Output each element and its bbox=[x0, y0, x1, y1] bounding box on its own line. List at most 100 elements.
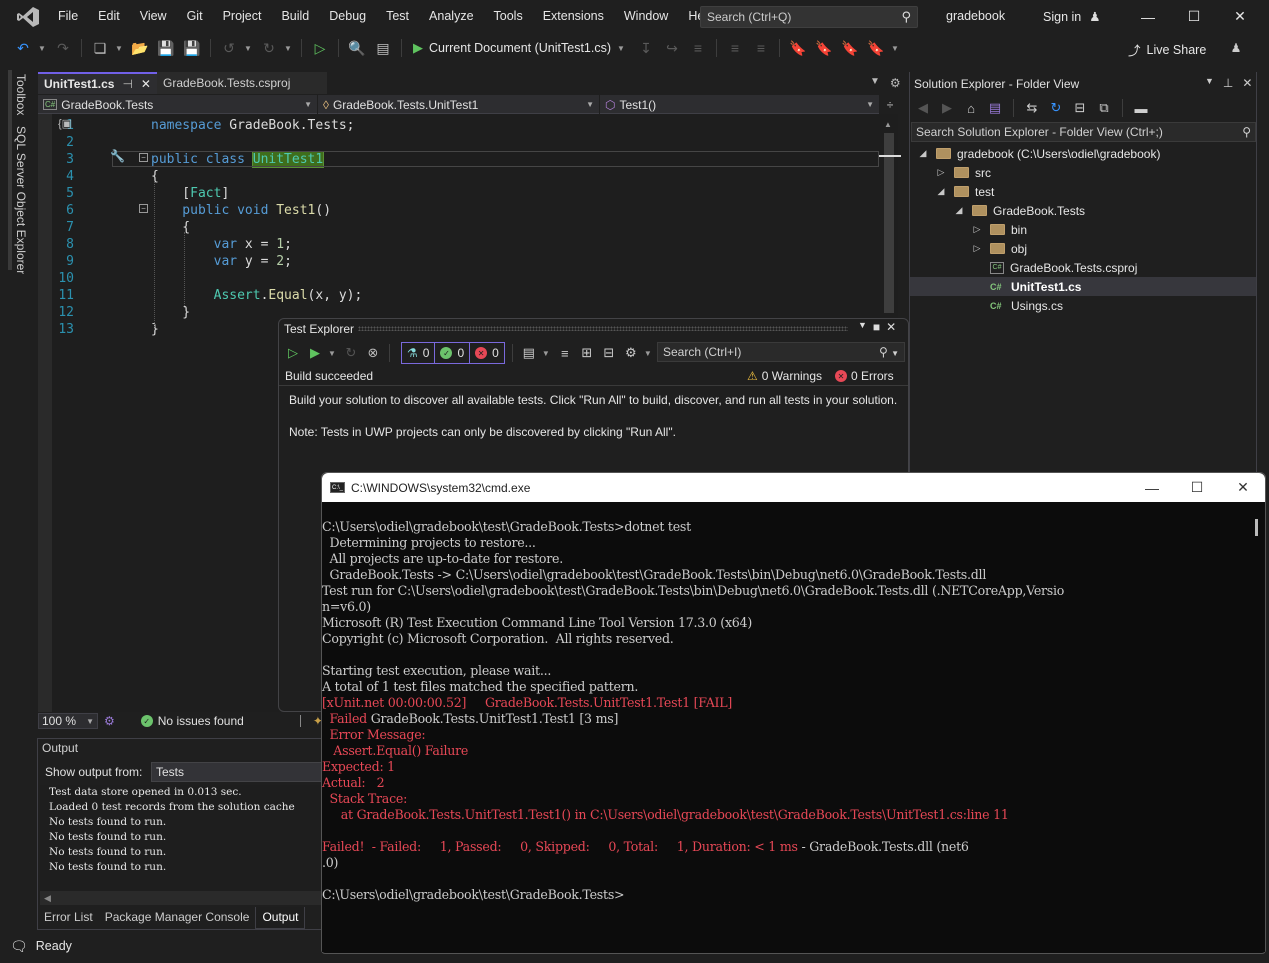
expand-all-icon[interactable]: ⊞ bbox=[578, 343, 596, 363]
cancel-run-icon[interactable]: ⊗ bbox=[364, 343, 382, 363]
step-into-icon[interactable]: ↧ bbox=[635, 37, 657, 59]
show-all-files-icon[interactable]: ⧉ bbox=[1095, 99, 1113, 117]
tree-item[interactable]: ▷ obj bbox=[910, 239, 1256, 258]
menu-test[interactable]: Test bbox=[376, 0, 419, 33]
tab-package-manager-console[interactable]: Package Manager Console bbox=[99, 907, 256, 929]
next-bookmark-icon[interactable]: 🔖 bbox=[839, 37, 861, 59]
browser-link-icon[interactable]: ▤ bbox=[372, 37, 394, 59]
indent-icon[interactable]: ≡ bbox=[724, 37, 746, 59]
redo-icon[interactable]: ↻ bbox=[258, 37, 280, 59]
issues-indicator[interactable]: ✓ No issues found bbox=[140, 714, 244, 728]
chevron-down-icon[interactable]: ▼ bbox=[644, 349, 654, 358]
chevron-down-icon[interactable]: ▼ bbox=[38, 44, 48, 53]
console-scrollbar[interactable] bbox=[1250, 502, 1265, 952]
run-tests-icon[interactable]: ▶ bbox=[306, 343, 324, 363]
project-dropdown[interactable]: C# GradeBook.Tests ▼ bbox=[38, 95, 318, 114]
outdent-icon[interactable]: ≡ bbox=[750, 37, 772, 59]
test-explorer-search-input[interactable]: Search (Ctrl+I) ⚲ ▼ bbox=[657, 342, 905, 362]
toolbar-overflow-icon[interactable]: ▼ bbox=[891, 44, 901, 53]
collapsed-arrow-icon[interactable]: ▷ bbox=[936, 167, 946, 178]
save-icon[interactable]: 💾 bbox=[155, 37, 177, 59]
cmd-minimize-button[interactable]: — bbox=[1129, 473, 1175, 502]
collapse-method-icon[interactable]: − bbox=[139, 204, 148, 213]
intellicode-icon[interactable]: ⚙ bbox=[104, 714, 115, 728]
menu-project[interactable]: Project bbox=[213, 0, 272, 33]
new-project-icon[interactable]: ❏ bbox=[89, 37, 111, 59]
group-by-icon[interactable]: ≡ bbox=[556, 343, 574, 363]
tree-item[interactable]: C# UnitTest1.cs bbox=[910, 277, 1256, 296]
split-window-icon[interactable]: ÷ bbox=[882, 96, 898, 113]
repeat-last-run-icon[interactable]: ↻ bbox=[342, 343, 360, 363]
menu-view[interactable]: View bbox=[130, 0, 177, 33]
console-scrollbar-thumb[interactable] bbox=[1255, 519, 1258, 536]
tree-item[interactable]: ◢ gradebook (C:\Users\odiel\gradebook) bbox=[910, 144, 1256, 163]
maximize-button[interactable]: ☐ bbox=[1171, 0, 1217, 33]
close-icon[interactable]: ✕ bbox=[886, 320, 896, 334]
sql-server-object-explorer-tab[interactable]: SQL Server Object Explorer bbox=[14, 126, 28, 274]
total-tests-filter[interactable]: ⚗ 0 bbox=[402, 343, 436, 363]
output-source-select[interactable]: Tests bbox=[151, 762, 326, 782]
bookmark-icon[interactable]: 🔖 bbox=[787, 37, 809, 59]
minimize-button[interactable]: — bbox=[1125, 0, 1171, 33]
properties-icon[interactable]: ▬ bbox=[1132, 99, 1150, 117]
chevron-down-icon[interactable]: ▼ bbox=[328, 349, 338, 358]
chevron-down-icon[interactable]: ▼ bbox=[244, 44, 254, 53]
navigate-forward-icon[interactable]: ↷ bbox=[52, 37, 74, 59]
switch-views-icon[interactable]: ▤ bbox=[986, 99, 1004, 117]
pin-icon[interactable]: ⊣ bbox=[122, 77, 132, 91]
open-file-icon[interactable]: 📂 bbox=[129, 37, 151, 59]
scroll-up-icon[interactable]: ▲ bbox=[884, 120, 892, 129]
step-over-icon[interactable]: ↪ bbox=[661, 37, 683, 59]
tree-item[interactable]: C# GradeBook.Tests.csproj bbox=[910, 258, 1256, 277]
cmd-title-bar[interactable]: C:\_ C:\WINDOWS\system32\cmd.exe bbox=[322, 473, 1265, 502]
close-tab-icon[interactable]: ✕ bbox=[141, 77, 151, 91]
type-dropdown[interactable]: ◊ GradeBook.Tests.UnitTest1 ▼ bbox=[318, 95, 600, 114]
menu-debug[interactable]: Debug bbox=[319, 0, 376, 33]
refresh-icon[interactable]: ↻ bbox=[1047, 99, 1065, 117]
sign-in-button[interactable]: Sign in ♟ bbox=[1043, 9, 1100, 25]
playlist-icon[interactable]: ▤ bbox=[520, 343, 538, 363]
member-dropdown[interactable]: ⬡ Test1() ▼ bbox=[600, 95, 880, 114]
menu-file[interactable]: File bbox=[48, 0, 88, 33]
save-all-icon[interactable]: 💾 bbox=[181, 37, 203, 59]
tab-gradebook-tests-csproj[interactable]: GradeBook.Tests.csproj bbox=[156, 72, 327, 94]
expanded-arrow-icon[interactable]: ◢ bbox=[954, 205, 964, 216]
tree-item[interactable]: ◢ GradeBook.Tests bbox=[910, 201, 1256, 220]
expanded-arrow-icon[interactable]: ◢ bbox=[936, 186, 946, 197]
pin-icon[interactable]: ⊥ bbox=[1223, 76, 1233, 90]
chevron-down-icon[interactable]: ▼ bbox=[542, 349, 552, 358]
warnings-count[interactable]: ⚠ 0 Warnings bbox=[747, 369, 822, 383]
visual-studio-logo-icon[interactable] bbox=[16, 6, 40, 28]
collapse-all-icon[interactable]: ⊟ bbox=[600, 343, 618, 363]
collapse-all-icon[interactable]: ⊟ bbox=[1071, 99, 1089, 117]
tab-unittest1-cs[interactable]: UnitTest1.cs ⊣ ✕ bbox=[38, 72, 157, 94]
failed-tests-filter[interactable]: ✕ 0 bbox=[470, 343, 504, 363]
tab-list-dropdown-icon[interactable]: ▼ bbox=[870, 76, 880, 90]
menu-extensions[interactable]: Extensions bbox=[533, 0, 614, 33]
window-position-dropdown-icon[interactable]: ▼ bbox=[1205, 76, 1214, 90]
clear-bookmarks-icon[interactable]: 🔖 bbox=[865, 37, 887, 59]
tab-output[interactable]: Output bbox=[255, 907, 306, 929]
gear-icon[interactable]: ⚙ bbox=[890, 76, 901, 90]
tree-item[interactable]: ▷ bin bbox=[910, 220, 1256, 239]
quick-actions-screwdriver-icon[interactable]: 🔧 bbox=[110, 149, 125, 163]
notification-icon[interactable]: 🗨 bbox=[10, 938, 28, 955]
cmd-close-button[interactable]: ✕ bbox=[1220, 473, 1266, 502]
close-window-button[interactable]: ✕ bbox=[1217, 0, 1263, 33]
output-text-area[interactable]: Test data store opened in 0.013 sec. Load… bbox=[40, 785, 325, 895]
tree-item[interactable]: ◢ test bbox=[910, 182, 1256, 201]
cmd-maximize-button[interactable]: ☐ bbox=[1174, 473, 1220, 502]
chevron-down-icon[interactable]: ▼ bbox=[115, 44, 125, 53]
errors-count[interactable]: ✕ 0 Errors bbox=[835, 369, 894, 383]
window-position-dropdown-icon[interactable]: ▼ bbox=[858, 320, 867, 334]
tree-item[interactable]: ▷ src bbox=[910, 163, 1256, 182]
navigate-back-icon[interactable]: ↶ bbox=[12, 37, 34, 59]
comment-icon[interactable]: ≡ bbox=[687, 37, 709, 59]
scroll-left-icon[interactable]: ◀ bbox=[44, 893, 51, 903]
collapsed-arrow-icon[interactable]: ▷ bbox=[972, 243, 982, 254]
tab-error-list[interactable]: Error List bbox=[38, 907, 99, 929]
collapse-class-icon[interactable]: − bbox=[139, 153, 148, 162]
menu-edit[interactable]: Edit bbox=[88, 0, 130, 33]
feedback-icon[interactable]: ♟ bbox=[1225, 38, 1247, 58]
menu-git[interactable]: Git bbox=[177, 0, 213, 33]
